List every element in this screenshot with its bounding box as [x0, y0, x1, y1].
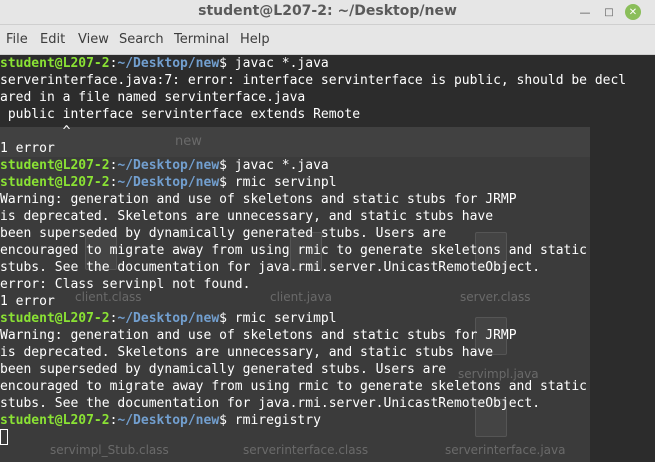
terminal-prompt-line: student@L207-2:~/Desktop/new$ javac *.ja… [0, 55, 626, 72]
terminal-output-line: been superseded by dynamically generated… [0, 226, 447, 241]
terminal-prompt-user: student@L207-2 [0, 311, 110, 326]
terminal-command: rmic servimpl [226, 311, 337, 326]
terminal-prompt-line: student@L207-2:~/Desktop/new$ rmic servi… [0, 310, 626, 327]
terminal-output-line: encouraged to migrate away from using rm… [0, 243, 587, 258]
menu-search[interactable]: Search [119, 32, 164, 47]
terminal-cursor-line [0, 429, 626, 446]
terminal-prompt-user: student@L207-2 [0, 56, 110, 71]
terminal-prompt-symbol: $ [219, 413, 227, 428]
terminal-prompt-path: ~/Desktop/new [117, 311, 220, 326]
terminal-output-line: 1 error [0, 294, 55, 309]
menu-terminal[interactable]: Terminal [174, 32, 229, 47]
terminal-prompt-path: ~/Desktop/new [117, 158, 220, 173]
terminal-prompt-symbol: $ [219, 158, 227, 173]
terminal-cursor [0, 429, 8, 445]
terminal-prompt-user: student@L207-2 [0, 158, 110, 173]
terminal-prompt-path: ~/Desktop/new [117, 175, 220, 190]
terminal-prompt-line: student@L207-2:~/Desktop/new$ javac *.ja… [0, 157, 626, 174]
terminal-output-line: is deprecated. Skeletons are unnecessary… [0, 345, 494, 360]
terminal-output-line: stubs. See the documentation for java.rm… [0, 260, 541, 275]
terminal-prompt-user: student@L207-2 [0, 413, 110, 428]
menu-bar: File Edit View Search Terminal Help [0, 25, 655, 55]
terminal-output-line: error: Class servinpl not found. [0, 277, 251, 292]
terminal-output-line: stubs. See the documentation for java.rm… [0, 396, 541, 411]
menu-help[interactable]: Help [240, 32, 270, 47]
terminal-output: student@L207-2:~/Desktop/new$ javac *.ja… [0, 55, 626, 446]
window-title: student@L207-2: ~/Desktop/new [198, 3, 457, 19]
terminal-output-line: Warning: generation and use of skeletons… [0, 192, 517, 207]
terminal-command: rmiregistry [226, 413, 321, 428]
terminal-output-line: been superseded by dynamically generated… [0, 362, 447, 377]
terminal-prompt-user: student@L207-2 [0, 175, 110, 190]
terminal-command: javac *.java [226, 56, 329, 71]
maximize-icon[interactable]: □ [601, 4, 617, 20]
terminal-output-line: ared in a file named servinterface.java [0, 90, 306, 105]
terminal-output-line: encouraged to migrate away from using rm… [0, 379, 587, 394]
terminal-prompt-symbol: $ [219, 56, 227, 71]
terminal-output-line: 1 error [0, 141, 55, 156]
terminal-prompt-line: student@L207-2:~/Desktop/new$ rmiregistr… [0, 412, 626, 429]
terminal-output-line: serverinterface.java:7: error: interface… [0, 73, 627, 88]
close-icon[interactable]: ✕ [625, 4, 641, 20]
terminal-prompt-line: student@L207-2:~/Desktop/new$ rmic servi… [0, 174, 626, 191]
terminal-prompt-path: ~/Desktop/new [117, 413, 220, 428]
terminal-area[interactable]: new client.class client.java server.clas… [0, 55, 655, 462]
terminal-prompt-symbol: $ [219, 311, 227, 326]
terminal-scrollbar[interactable] [643, 55, 655, 462]
terminal-command: javac *.java [226, 158, 329, 173]
terminal-prompt-symbol: $ [219, 175, 227, 190]
terminal-output-line: ^ [0, 124, 71, 139]
menu-view[interactable]: View [78, 32, 109, 47]
terminal-output-line: Warning: generation and use of skeletons… [0, 328, 517, 343]
menu-file[interactable]: File [6, 32, 28, 47]
title-bar[interactable]: student@L207-2: ~/Desktop/new — □ ✕ [0, 0, 655, 25]
terminal-prompt-path: ~/Desktop/new [117, 56, 220, 71]
minimize-icon[interactable]: — [577, 4, 593, 20]
terminal-output-line: is deprecated. Skeletons are unnecessary… [0, 209, 494, 224]
terminal-window: student@L207-2: ~/Desktop/new — □ ✕ File… [0, 0, 655, 462]
terminal-output-line: public interface servinterface extends R… [0, 107, 361, 122]
menu-edit[interactable]: Edit [40, 32, 65, 47]
terminal-command: rmic servinpl [226, 175, 337, 190]
